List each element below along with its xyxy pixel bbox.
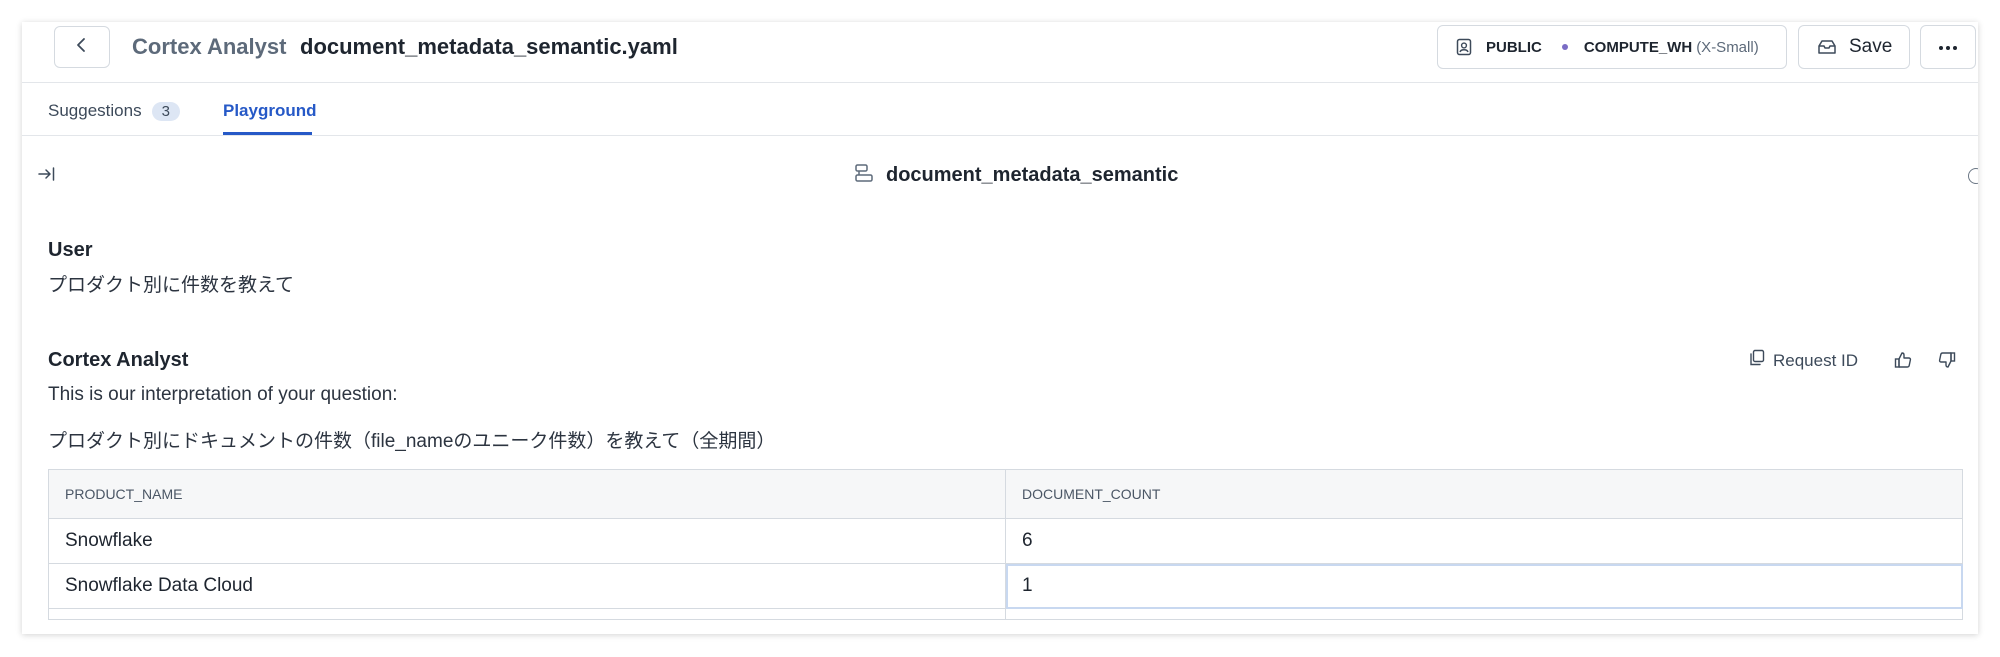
user-badge-icon [1456, 38, 1472, 56]
interpreted-question: プロダクト別にドキュメントの件数（file_nameのユニーク件数）を教えて（全… [48, 431, 776, 452]
back-button[interactable] [54, 26, 110, 68]
warehouse-size: (X-Small) [1696, 38, 1759, 56]
table-header-row: PRODUCT_NAME DOCUMENT_COUNT [48, 469, 1963, 519]
breadcrumb-app: Cortex Analyst [132, 34, 287, 59]
model-layers-icon [854, 163, 874, 188]
copy-icon [1749, 349, 1765, 372]
thumbs-up-icon[interactable] [1894, 351, 1912, 369]
analyst-label: Cortex Analyst [48, 349, 189, 371]
table-cell [1005, 608, 1963, 620]
table-row: Snowflake 6 [48, 518, 1963, 564]
user-label: User [48, 239, 93, 261]
model-title: document_metadata_semantic [854, 163, 1178, 188]
interpretation-intro: This is our interpretation of your quest… [48, 384, 398, 405]
page-title: document_metadata_semantic.yaml [300, 34, 678, 59]
thumbs-down-icon[interactable] [1938, 351, 1956, 369]
more-horizontal-icon [1938, 38, 1958, 56]
more-options-button[interactable] [1920, 25, 1976, 69]
results-table: PRODUCT_NAME DOCUMENT_COUNT Snowflake 6 … [48, 469, 1963, 620]
analyst-window: Cortex Analyst document_metadata_semanti… [22, 22, 1978, 634]
user-message: プロダクト別に件数を教えて [48, 275, 295, 296]
table-cell[interactable]: Snowflake Data Cloud [48, 563, 1006, 609]
refresh-icon[interactable] [1968, 168, 1978, 184]
tab-bar: Suggestions 3 Playground [22, 83, 1978, 136]
table-cell-selected[interactable]: 1 [1005, 563, 1963, 609]
save-label: Save [1849, 36, 1893, 57]
request-id-button[interactable]: Request ID [1749, 349, 1858, 372]
column-header-product-name[interactable]: PRODUCT_NAME [48, 469, 1006, 519]
save-button[interactable]: Save [1798, 25, 1910, 69]
column-header-document-count[interactable]: DOCUMENT_COUNT [1005, 469, 1963, 519]
tab-playground[interactable]: Playground [223, 101, 317, 121]
chevron-left-icon [75, 37, 89, 58]
active-tab-indicator [223, 132, 312, 135]
warehouse-label: COMPUTE_WH [1583, 38, 1693, 56]
role-label: PUBLIC [1486, 38, 1542, 56]
model-name: document_metadata_semantic [886, 164, 1179, 186]
count-badge: 3 [151, 102, 180, 121]
table-cell[interactable]: 6 [1005, 518, 1963, 564]
inbox-save-icon [1817, 39, 1837, 55]
table-row-partial [48, 608, 1963, 620]
request-id-label: Request ID [1773, 350, 1859, 370]
table-cell[interactable]: Snowflake [48, 518, 1006, 564]
header-bar: Cortex Analyst document_metadata_semanti… [22, 22, 1978, 83]
context-selector[interactable]: PUBLIC COMPUTE_WH (X-Small) [1437, 25, 1787, 69]
table-cell [48, 608, 1006, 620]
arrow-right-to-line-icon[interactable] [38, 166, 56, 182]
tab-label: Suggestions [48, 101, 142, 120]
tab-label: Playground [223, 101, 317, 120]
table-row: Snowflake Data Cloud 1 [48, 563, 1963, 609]
tab-suggestions[interactable]: Suggestions 3 [48, 101, 180, 121]
separator-dot [1561, 44, 1568, 50]
